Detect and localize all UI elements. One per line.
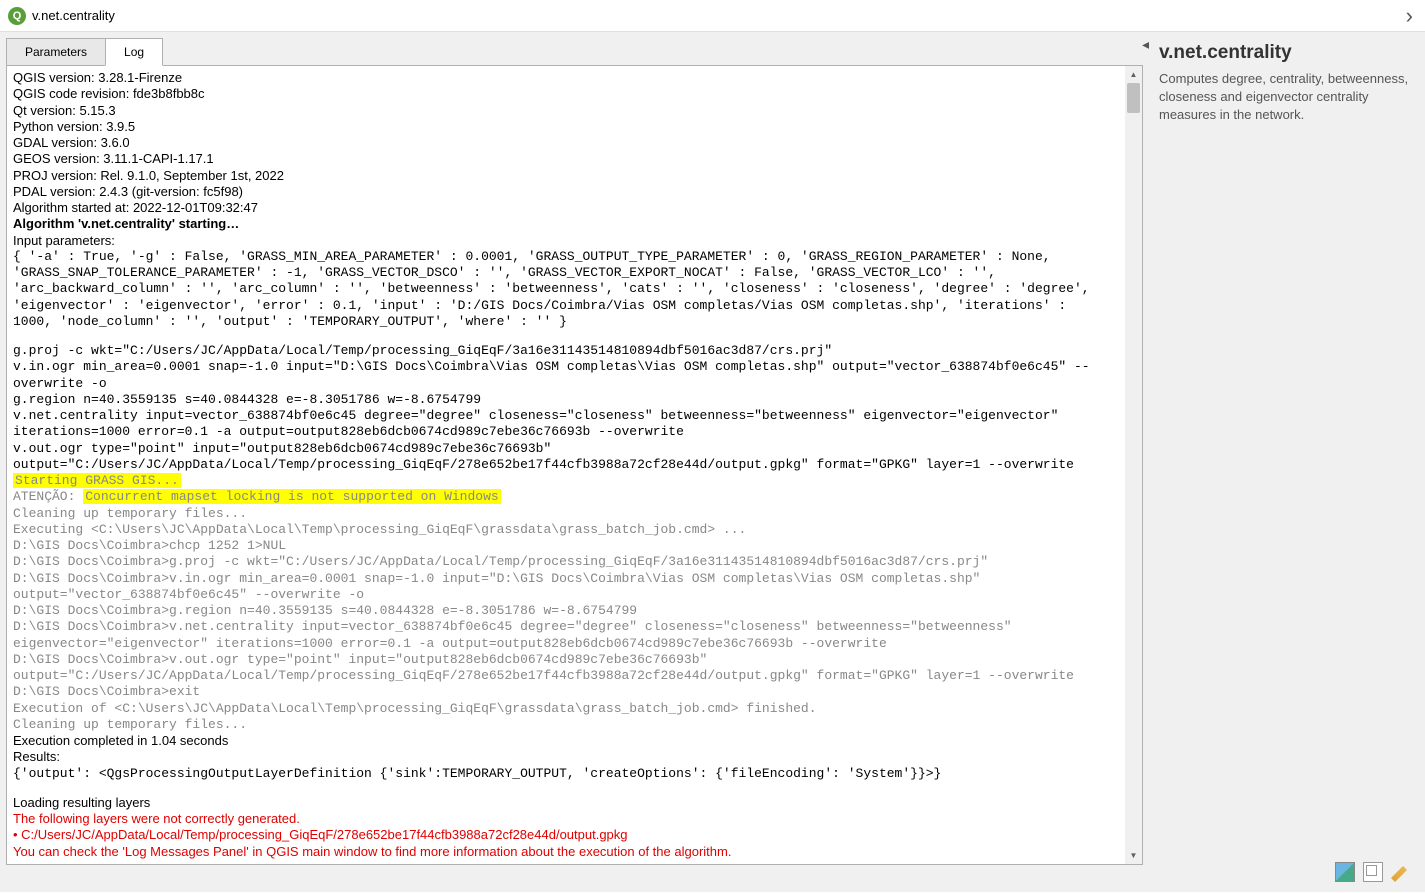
title-bar: v.net.centrality › [0,0,1425,32]
log-line: GDAL version: 3.6.0 [13,135,1119,151]
save-log-icon[interactable] [1335,862,1355,882]
log-line: D:\GIS Docs\Coimbra>g.region n=40.355913… [13,603,1119,619]
scroll-down-icon[interactable]: ▼ [1125,847,1142,864]
qgis-icon [8,7,26,25]
log-line: Cleaning up temporary files... [13,506,1119,522]
log-error-line: • C:/Users/JC/AppData/Local/Temp/process… [13,827,1119,843]
log-line: v.in.ogr min_area=0.0001 snap=-1.0 input… [13,359,1119,392]
tabs-bar: Parameters Log [6,38,1143,66]
log-line: Input parameters: [13,233,1119,249]
next-icon[interactable]: › [1402,3,1417,29]
log-line: Starting GRASS GIS... [13,473,1119,489]
log-line: g.region n=40.3559135 s=40.0844328 e=-8.… [13,392,1119,408]
log-line: GEOS version: 3.11.1-CAPI-1.17.1 [13,151,1119,167]
scroll-thumb[interactable] [1127,83,1140,113]
log-line: 'GRASS_SNAP_TOLERANCE_PARAMETER' : -1, '… [13,265,1119,281]
log-line: D:\GIS Docs\Coimbra>exit [13,684,1119,700]
log-line: v.net.centrality input=vector_638874bf0e… [13,408,1119,441]
log-content[interactable]: QGIS version: 3.28.1-Firenze QGIS code r… [7,66,1125,864]
outer-container: Parameters Log QGIS version: 3.28.1-Fire… [0,32,1425,892]
log-line: D:\GIS Docs\Coimbra>v.out.ogr type="poin… [13,652,1119,685]
log-line: QGIS version: 3.28.1-Firenze [13,70,1119,86]
log-line: 'eigenvector' : 'eigenvector', 'error' :… [13,298,1119,314]
log-line: v.out.ogr type="point" input="output828e… [13,441,1119,474]
log-panel: QGIS version: 3.28.1-Firenze QGIS code r… [6,65,1143,865]
log-line: Algorithm started at: 2022-12-01T09:32:4… [13,200,1119,216]
log-line: 1000, 'node_column' : '', 'output' : 'TE… [13,314,1119,330]
window-title: v.net.centrality [32,8,1402,23]
log-line: { '-a' : True, '-g' : False, 'GRASS_MIN_… [13,249,1119,265]
log-line: Qt version: 5.15.3 [13,103,1119,119]
log-line: Execution of <C:\Users\JC\AppData\Local\… [13,701,1119,717]
log-line: D:\GIS Docs\Coimbra>v.in.ogr min_area=0.… [13,571,1119,604]
log-line: Executing <C:\Users\JC\AppData\Local\Tem… [13,522,1119,538]
log-line: Loading resulting layers [13,795,1119,811]
log-error-line: The following layers were not correctly … [13,811,1119,827]
log-line: PROJ version: Rel. 9.1.0, September 1st,… [13,168,1119,184]
tab-log[interactable]: Log [105,38,163,66]
log-line: D:\GIS Docs\Coimbra>v.net.centrality inp… [13,619,1119,652]
log-line: Python version: 3.9.5 [13,119,1119,135]
clear-log-icon[interactable] [1391,862,1411,882]
scroll-track[interactable] [1125,83,1142,847]
log-line: ATENÇÃO: Concurrent mapset locking is no… [13,489,1119,505]
log-line: Execution completed in 1.04 seconds [13,733,1119,749]
main-panel: Parameters Log QGIS version: 3.28.1-Fire… [6,38,1143,858]
log-line: D:\GIS Docs\Coimbra>chcp 1252 1>NUL [13,538,1119,554]
log-line: Algorithm 'v.net.centrality' starting… [13,216,1119,232]
log-line: Results: [13,749,1119,765]
side-title: v.net.centrality [1159,42,1409,64]
tab-parameters[interactable]: Parameters [6,38,106,66]
scroll-up-icon[interactable]: ▲ [1125,66,1142,83]
log-line: 'arc_backward_column' : '', 'arc_column'… [13,281,1119,297]
log-error-line: You can check the 'Log Messages Panel' i… [13,844,1119,860]
log-line: D:\GIS Docs\Coimbra>g.proj -c wkt="C:/Us… [13,554,1119,570]
log-line: {'output': <QgsProcessingOutputLayerDefi… [13,766,1119,782]
log-line: g.proj -c wkt="C:/Users/JC/AppData/Local… [13,343,1119,359]
log-line: Cleaning up temporary files... [13,717,1119,733]
log-line: PDAL version: 2.4.3 (git-version: fc5f98… [13,184,1119,200]
side-description: Computes degree, centrality, betweenness… [1159,70,1409,125]
log-line: QGIS code revision: fde3b8fbb8c [13,86,1119,102]
copy-log-icon[interactable] [1363,862,1383,882]
scrollbar-vertical[interactable]: ▲ ▼ [1125,66,1142,864]
side-panel: v.net.centrality Computes degree, centra… [1149,38,1419,858]
